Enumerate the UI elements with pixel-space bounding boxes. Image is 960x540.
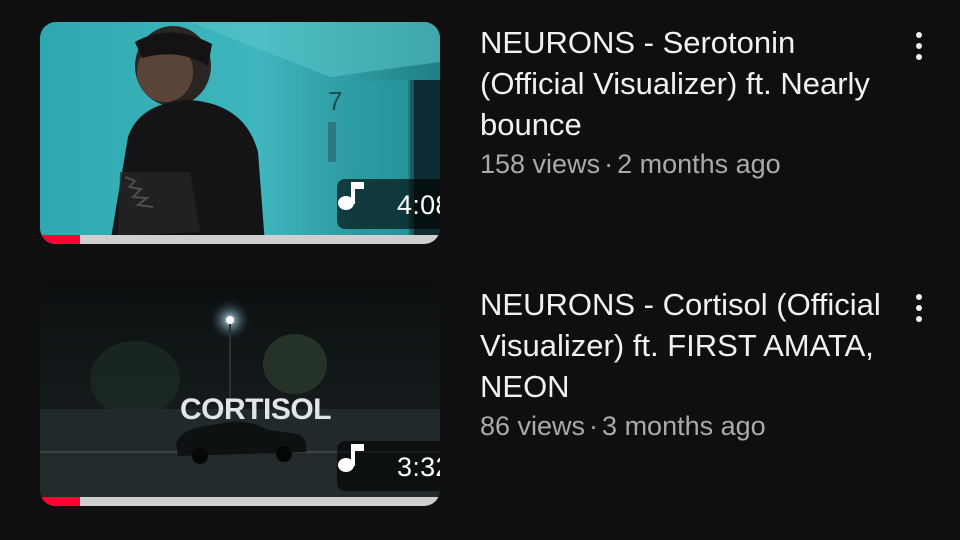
- watch-progress-fill: [40, 235, 80, 244]
- watch-progress-fill: [40, 497, 80, 506]
- more-options-button[interactable]: [904, 28, 934, 64]
- video-thumbnail[interactable]: 7 4:08: [40, 22, 440, 244]
- video-title[interactable]: NEURONS - Serotonin (Official Visualizer…: [480, 22, 890, 145]
- thumbnail-title: CORTISOL: [180, 393, 331, 426]
- svg-text:7: 7: [328, 86, 342, 116]
- video-thumbnail[interactable]: CORTISOL 3:32: [40, 284, 440, 506]
- music-note-icon: [338, 182, 364, 210]
- video-stats: 86 views · 3 months ago: [480, 408, 890, 444]
- video-details[interactable]: NEURONS - Cortisol (Official Visualizer)…: [480, 284, 890, 444]
- duration-label: 3:32: [397, 452, 440, 482]
- watch-progress-bar: [40, 235, 440, 244]
- duration-label: 4:08: [397, 190, 440, 220]
- duration-badge: 3:32: [337, 441, 440, 491]
- video-list-item[interactable]: CORTISOL 3:32 NEURONS - Cortisol (Offici…: [0, 284, 960, 514]
- more-vert-icon: [916, 294, 922, 300]
- video-details[interactable]: NEURONS - Serotonin (Official Visualizer…: [480, 22, 890, 182]
- video-stats: 158 views · 2 months ago: [480, 146, 890, 182]
- video-list-item[interactable]: 7 4:08 NEURONS - Serotonin (Official Vis…: [0, 22, 960, 252]
- view-count: 158 views: [480, 149, 601, 179]
- upload-age: 2 months ago: [617, 149, 781, 179]
- more-options-button[interactable]: [904, 290, 934, 326]
- duration-badge: 4:08: [337, 179, 440, 229]
- upload-age: 3 months ago: [602, 411, 766, 441]
- music-note-icon: [338, 444, 364, 472]
- more-vert-icon: [916, 32, 922, 38]
- meta-separator: ·: [604, 149, 614, 179]
- watch-progress-bar: [40, 497, 440, 506]
- meta-separator: ·: [589, 411, 599, 441]
- view-count: 86 views: [480, 411, 586, 441]
- video-title[interactable]: NEURONS - Cortisol (Official Visualizer)…: [480, 284, 890, 407]
